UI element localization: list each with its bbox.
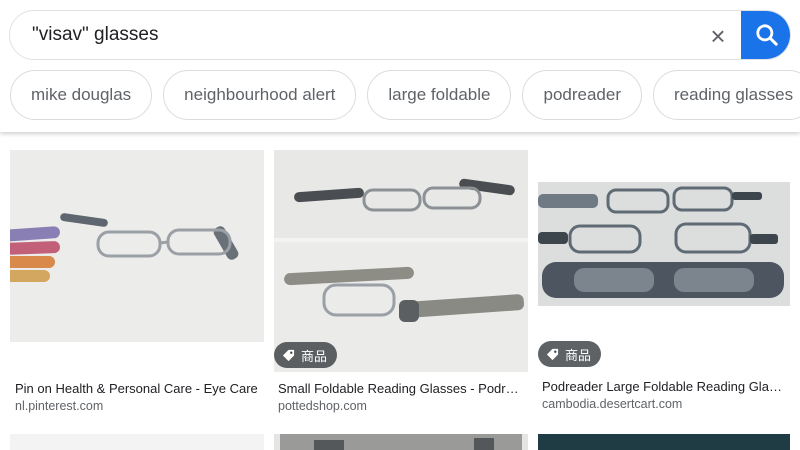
result-image[interactable] xyxy=(274,150,528,372)
search-icon xyxy=(755,24,778,46)
glasses-image xyxy=(274,150,528,372)
search-input[interactable]: "visav" glasses × xyxy=(9,10,791,60)
glasses-image xyxy=(280,434,522,450)
result-source: nl.pinterest.com xyxy=(15,399,104,413)
product-tag: 商品 xyxy=(274,342,338,368)
chip-podreader[interactable]: podreader xyxy=(522,70,642,120)
search-button[interactable] xyxy=(741,11,790,59)
result-image-next-row[interactable] xyxy=(274,434,528,450)
glasses-image xyxy=(538,182,790,306)
result-source: pottedshop.com xyxy=(278,399,367,413)
search-header: "visav" glasses × mike douglas neighbour… xyxy=(0,0,800,132)
chip-reading-glasses[interactable]: reading glasses xyxy=(653,70,800,120)
tag-label: 商品 xyxy=(301,348,328,364)
close-icon[interactable]: × xyxy=(705,23,731,49)
tag-icon xyxy=(282,349,295,361)
result-image-next-row[interactable] xyxy=(538,434,790,450)
result-source: cambodia.desertcart.com xyxy=(542,397,683,411)
chip-large-foldable[interactable]: large foldable xyxy=(367,70,512,120)
tag-icon xyxy=(546,348,559,360)
chip-mike-douglas[interactable]: mike douglas xyxy=(10,70,153,120)
search-query-text[interactable]: "visav" glasses xyxy=(32,24,158,46)
tag-label: 商品 xyxy=(565,347,592,363)
result-image[interactable] xyxy=(10,150,264,342)
result-title[interactable]: Podreader Large Foldable Reading Glasse.… xyxy=(542,379,788,394)
chip-neighbourhood-alert[interactable]: neighbourhood alert xyxy=(163,70,357,120)
suggestion-chips: mike douglas neighbourhood alert large f… xyxy=(10,70,800,120)
glasses-image xyxy=(10,150,264,342)
result-image-next-row[interactable] xyxy=(10,434,264,450)
result-title[interactable]: Small Foldable Reading Glasses - Podread… xyxy=(278,381,524,396)
product-tag: 商品 xyxy=(538,341,602,367)
result-image[interactable] xyxy=(538,182,790,306)
result-title[interactable]: Pin on Health & Personal Care - Eye Care xyxy=(15,381,261,396)
